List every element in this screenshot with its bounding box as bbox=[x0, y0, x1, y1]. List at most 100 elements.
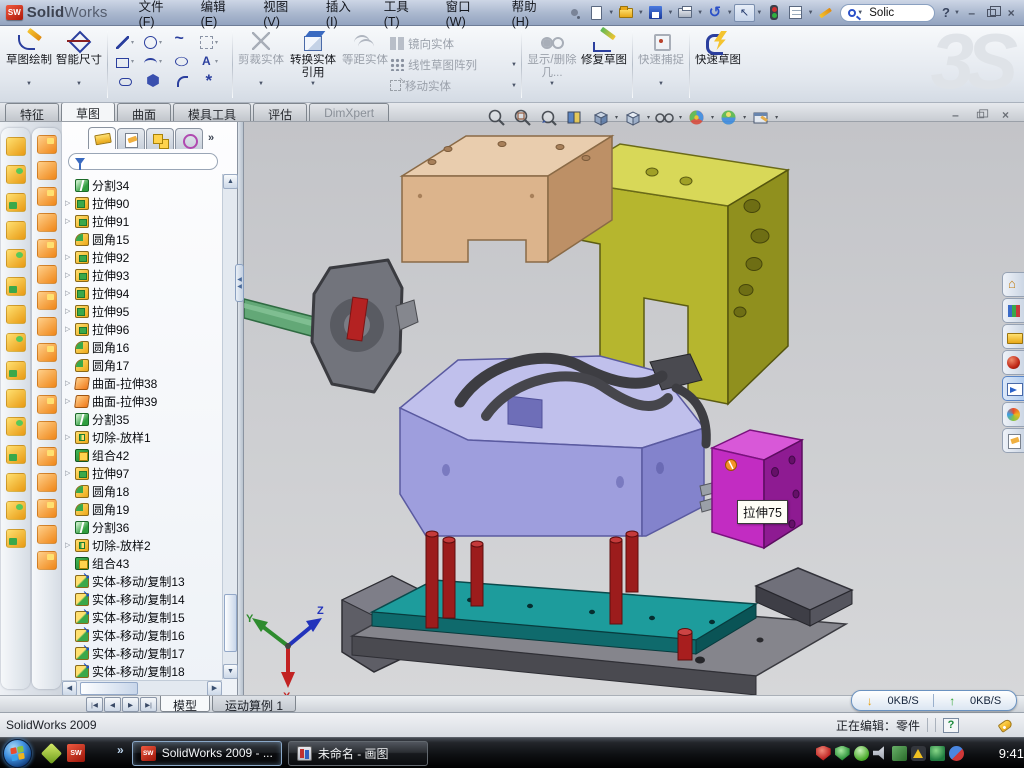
rapid-sketch-button[interactable]: 快速草图 bbox=[693, 29, 743, 100]
zoom-area-icon[interactable] bbox=[510, 105, 535, 129]
left-toolbar-icon[interactable] bbox=[37, 161, 57, 180]
apply-scene-icon[interactable] bbox=[716, 105, 741, 129]
zoom-previous-icon[interactable] bbox=[536, 105, 561, 129]
tray-icon[interactable] bbox=[930, 746, 945, 761]
view-palette-tab[interactable] bbox=[1002, 376, 1024, 401]
left-toolbar-icon[interactable] bbox=[6, 473, 26, 492]
doc-close-button[interactable]: × bbox=[996, 107, 1015, 122]
scroll-up-button[interactable]: ▲ bbox=[223, 174, 238, 189]
panel-tabs-overflow[interactable]: » bbox=[208, 132, 214, 144]
left-toolbar-icon[interactable] bbox=[37, 447, 57, 466]
tree-item[interactable]: 实体-移动/复制13 bbox=[64, 572, 222, 590]
left-toolbar-icon[interactable] bbox=[6, 417, 26, 436]
expand-arrow-icon[interactable] bbox=[64, 433, 74, 441]
scroll-thumb[interactable] bbox=[80, 682, 138, 695]
tree-item[interactable]: 拉伸94 bbox=[64, 284, 222, 302]
tree-item[interactable]: 拉伸93 bbox=[64, 266, 222, 284]
left-toolbar-icon[interactable] bbox=[37, 369, 57, 388]
file-explorer-tab[interactable] bbox=[1002, 324, 1024, 349]
quick-launch-icon[interactable] bbox=[41, 742, 62, 763]
expand-arrow-icon[interactable] bbox=[64, 325, 74, 333]
left-toolbar-icon[interactable] bbox=[6, 361, 26, 380]
tree-item[interactable]: 拉伸97 bbox=[64, 464, 222, 482]
help-button[interactable]: ? bbox=[939, 5, 953, 20]
left-toolbar-icon[interactable] bbox=[37, 421, 57, 440]
tree-item[interactable]: 切除-放样2 bbox=[64, 536, 222, 554]
expand-arrow-icon[interactable] bbox=[64, 217, 74, 225]
status-help-button[interactable]: ? bbox=[943, 718, 959, 733]
design-library-tab[interactable] bbox=[1002, 298, 1024, 323]
smart-dimension-button[interactable]: 智能尺寸▼ bbox=[54, 29, 104, 100]
sketch-button[interactable]: 草图绘制▼ bbox=[4, 29, 54, 100]
print-icon[interactable] bbox=[675, 4, 695, 22]
left-toolbar-icon[interactable] bbox=[6, 529, 26, 548]
tree-item[interactable]: 拉伸90 bbox=[64, 194, 222, 212]
tray-icon[interactable] bbox=[835, 746, 850, 761]
left-toolbar-icon[interactable] bbox=[37, 317, 57, 336]
motion-study-tab[interactable]: 运动算例 1 bbox=[212, 696, 296, 712]
first-page-button[interactable]: |◀ bbox=[86, 697, 103, 712]
model-clamp-part[interactable] bbox=[312, 260, 418, 392]
scroll-down-button[interactable]: ▼ bbox=[223, 664, 238, 679]
search-box[interactable]: ▼ Solic bbox=[840, 4, 935, 22]
left-toolbar-icon[interactable] bbox=[6, 333, 26, 352]
appearances-scenes-tab[interactable] bbox=[1002, 402, 1024, 427]
mirror-entities-button[interactable]: 镜向实体 bbox=[390, 35, 518, 53]
tray-icon[interactable] bbox=[816, 746, 831, 761]
scroll-thumb[interactable] bbox=[224, 594, 237, 652]
left-toolbar-icon[interactable] bbox=[37, 291, 57, 310]
sketch-entity-button[interactable] bbox=[144, 36, 162, 49]
tree-item[interactable]: 圆角15 bbox=[64, 230, 222, 248]
tree-item[interactable]: 实体-移动/复制15 bbox=[64, 608, 222, 626]
dimxpertmanager-tab[interactable] bbox=[175, 128, 203, 149]
linear-pattern-button[interactable]: 线性草图阵列▼ bbox=[390, 56, 518, 74]
sketch-entity-button[interactable] bbox=[144, 55, 162, 69]
search-input[interactable]: Solic bbox=[869, 7, 894, 19]
sketch-entity-button[interactable] bbox=[175, 36, 188, 49]
tree-item[interactable]: 实体-移动/复制14 bbox=[64, 590, 222, 608]
menu-item[interactable]: 插入(I) bbox=[315, 0, 373, 32]
expand-arrow-icon[interactable] bbox=[64, 307, 74, 315]
sketch-entity-button[interactable] bbox=[116, 36, 134, 49]
tray-icon[interactable] bbox=[949, 746, 964, 761]
expand-arrow-icon[interactable] bbox=[64, 379, 74, 387]
left-toolbar-icon[interactable] bbox=[6, 249, 26, 268]
left-toolbar-icon[interactable] bbox=[37, 395, 57, 414]
scroll-left-button[interactable]: ◀ bbox=[62, 681, 77, 696]
menu-item[interactable]: 窗口(W) bbox=[435, 0, 501, 32]
sketch-entity-button[interactable] bbox=[200, 36, 218, 49]
left-toolbar-icon[interactable] bbox=[37, 525, 57, 544]
sketch-entity-button[interactable] bbox=[175, 74, 188, 87]
sketch-entity-button[interactable] bbox=[175, 55, 188, 68]
tree-item[interactable]: 组合42 bbox=[64, 446, 222, 464]
edit-appearance-icon[interactable] bbox=[684, 105, 709, 129]
tree-horizontal-scrollbar[interactable]: ◀ ▶ bbox=[62, 680, 222, 695]
quick-snaps-button[interactable]: 快速捕捉▼ bbox=[636, 29, 686, 100]
command-tab[interactable]: 草图 bbox=[61, 102, 115, 121]
expand-arrow-icon[interactable] bbox=[64, 253, 74, 261]
tree-item[interactable]: 圆角16 bbox=[64, 338, 222, 356]
sketch-entity-button[interactable] bbox=[200, 55, 218, 68]
expand-arrow-icon[interactable] bbox=[64, 289, 74, 297]
left-toolbar-icon[interactable] bbox=[37, 239, 57, 258]
model-side-block-magenta[interactable] bbox=[712, 430, 802, 548]
sketch-entity-button[interactable] bbox=[119, 76, 132, 86]
quick-launch-icon[interactable] bbox=[91, 744, 109, 762]
restore-button[interactable] bbox=[983, 5, 1001, 21]
hide-show-items-icon[interactable] bbox=[652, 105, 677, 129]
model-tab[interactable]: 模型 bbox=[160, 696, 210, 712]
left-toolbar-icon[interactable] bbox=[6, 445, 26, 464]
section-view-icon[interactable] bbox=[562, 105, 587, 129]
tree-item[interactable]: 圆角19 bbox=[64, 500, 222, 518]
tree-item[interactable]: 分割34 bbox=[64, 176, 222, 194]
left-toolbar-icon[interactable] bbox=[6, 193, 26, 212]
propertymanager-tab[interactable] bbox=[117, 128, 145, 149]
tag-icon[interactable] bbox=[998, 718, 1014, 733]
tree-item[interactable]: 拉伸96 bbox=[64, 320, 222, 338]
previous-page-button[interactable]: ◀ bbox=[104, 697, 121, 712]
custom-properties-tab[interactable] bbox=[1002, 428, 1024, 453]
featuremanager-tab[interactable] bbox=[88, 127, 116, 149]
doc-minimize-button[interactable]: – bbox=[946, 107, 965, 122]
left-toolbar-icon[interactable] bbox=[37, 499, 57, 518]
tree-item[interactable]: 拉伸91 bbox=[64, 212, 222, 230]
